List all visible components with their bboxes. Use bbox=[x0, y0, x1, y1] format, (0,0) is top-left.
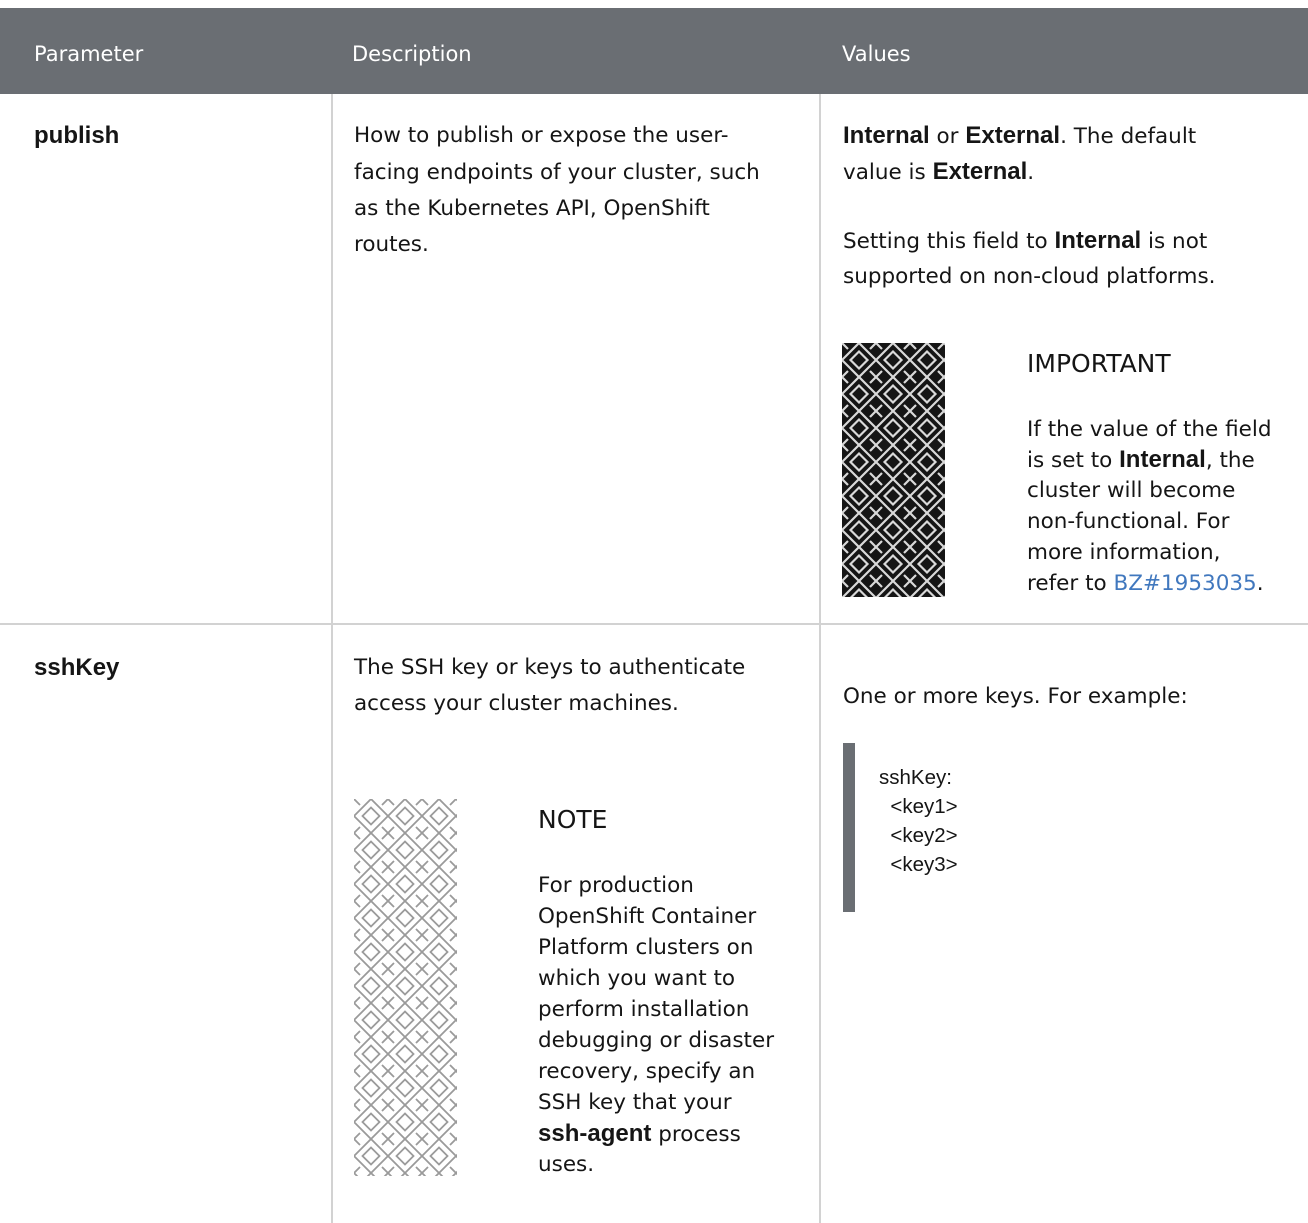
note-title: NOTE bbox=[538, 805, 608, 834]
column-divider-1 bbox=[331, 94, 333, 1223]
values-publish-line1: Internal or External. The default bbox=[843, 122, 1197, 149]
values-publish-note-line2: supported on non-cloud platforms. bbox=[843, 264, 1216, 289]
important-pattern-icon bbox=[842, 343, 945, 597]
row-divider bbox=[0, 623, 1308, 625]
param-sshkey: sshKey bbox=[34, 654, 120, 681]
header-parameter: Parameter bbox=[34, 42, 144, 66]
parameters-table: Parameter Description Values publish How… bbox=[0, 0, 1308, 1223]
note-pattern-icon bbox=[354, 799, 457, 1176]
important-title: IMPORTANT bbox=[1027, 349, 1171, 378]
column-divider-2 bbox=[819, 94, 821, 1223]
header-description: Description bbox=[352, 42, 472, 66]
table-header: Parameter Description Values bbox=[0, 8, 1308, 94]
code-block: sshKey: <key1> <key2> <key3> bbox=[879, 766, 958, 876]
code-block-bar bbox=[843, 743, 855, 912]
values-publish-line2: value is External. bbox=[843, 158, 1035, 185]
param-publish: publish bbox=[34, 122, 120, 149]
values-sshkey-intro: One or more keys. For example: bbox=[843, 684, 1188, 709]
header-values: Values bbox=[842, 42, 911, 66]
values-publish-note-line1: Setting this field to Internal is not bbox=[843, 227, 1208, 254]
bz-1953035-link[interactable]: BZ#1953035 bbox=[1113, 571, 1256, 596]
